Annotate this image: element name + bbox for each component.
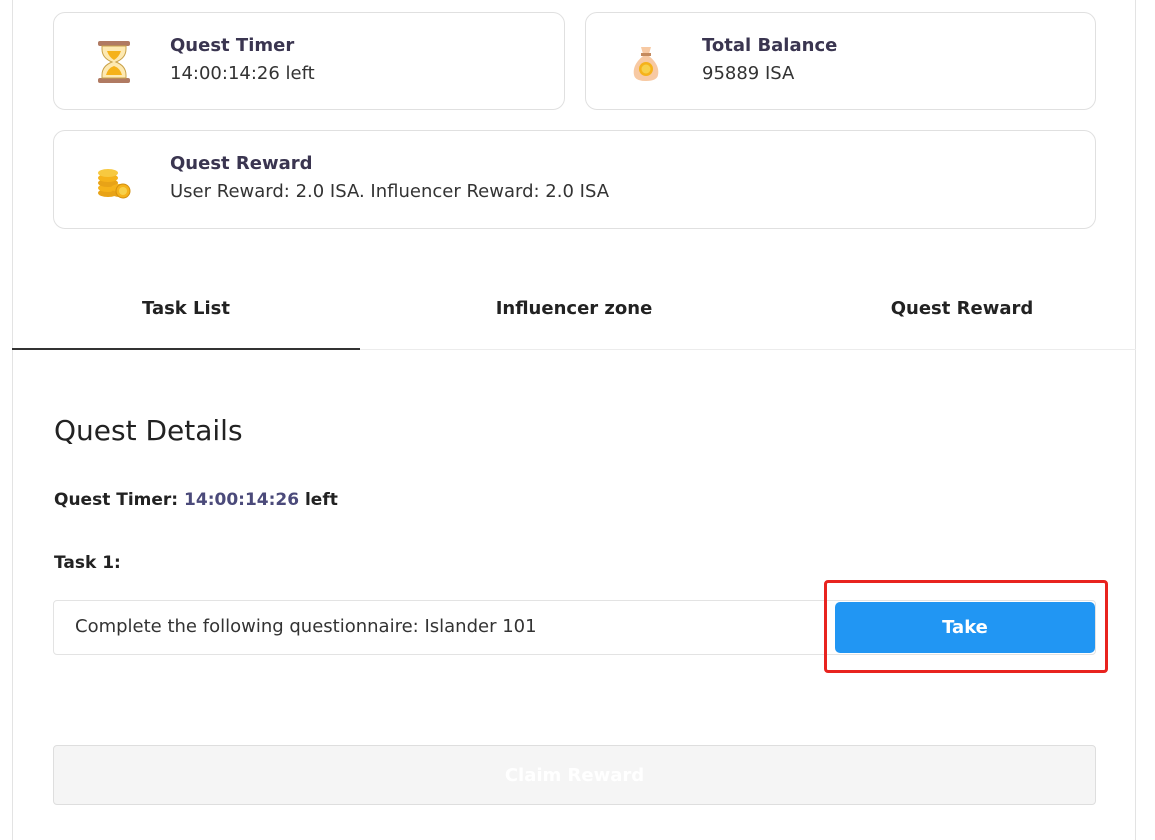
task-description: Complete the following questionnaire: Is… <box>75 616 537 637</box>
hourglass-icon <box>98 41 130 83</box>
task-label: Task 1: <box>54 553 121 573</box>
coins-stack-icon <box>98 169 131 199</box>
quest-reward-card: Quest Reward User Reward: 2.0 ISA. Influ… <box>53 130 1096 229</box>
total-balance-card: Total Balance 95889 ISA <box>585 12 1096 110</box>
tab-task-list[interactable]: Task List <box>12 268 360 350</box>
quest-timer-card: Quest Timer 14:00:14:26 left <box>53 12 565 110</box>
quest-details-title: Quest Details <box>54 414 243 447</box>
tab-quest-reward[interactable]: Quest Reward <box>788 268 1136 350</box>
timer-value: 14:00:14:26 <box>184 490 300 510</box>
tab-bar: Task List Influencer zone Quest Reward <box>12 268 1136 350</box>
quest-timer-title: Quest Timer <box>170 35 295 56</box>
total-balance-value: 95889 ISA <box>702 63 795 84</box>
money-bag-icon <box>633 47 659 81</box>
take-button[interactable]: Take <box>835 602 1095 653</box>
timer-suffix: left <box>304 490 338 510</box>
quest-reward-title: Quest Reward <box>170 153 313 174</box>
claim-reward-button[interactable]: Claim Reward <box>53 745 1096 805</box>
quest-timer-value: 14:00:14:26 left <box>170 63 315 84</box>
timer-label: Quest Timer: <box>54 490 179 510</box>
total-balance-title: Total Balance <box>702 35 838 56</box>
quest-reward-value: User Reward: 2.0 ISA. Influencer Reward:… <box>170 181 610 202</box>
tab-influencer-zone[interactable]: Influencer zone <box>400 268 748 350</box>
quest-timer-line: Quest Timer: 14:00:14:26 left <box>54 490 338 510</box>
